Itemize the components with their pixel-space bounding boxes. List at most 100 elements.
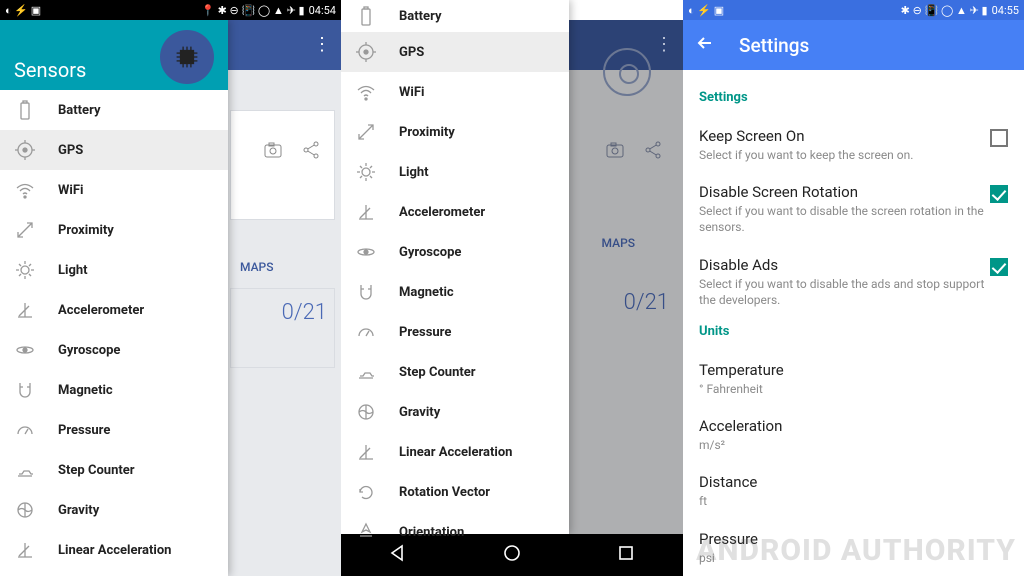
gravity-icon <box>355 402 377 422</box>
drawer-item-accel[interactable]: Accelerometer <box>0 290 228 330</box>
drawer-item-label: Gyroscope <box>58 343 228 358</box>
pref-subtitle: Select if you want to disable the ads an… <box>699 276 990 308</box>
overflow-icon[interactable]: ⋮ <box>313 34 331 55</box>
pref-disable-ads[interactable]: Disable Ads Select if you want to disabl… <box>699 246 1008 318</box>
drawer-item-label: Pressure <box>399 325 569 340</box>
drawer-item-step[interactable]: Step Counter <box>341 352 569 392</box>
drawer-item-label: Step Counter <box>58 463 228 478</box>
drawer-item-magnet[interactable]: Magnetic <box>341 272 569 312</box>
drawer-item-label: Gyroscope <box>399 245 569 260</box>
battery-icon <box>14 100 36 120</box>
drawer-item-light[interactable]: Light <box>341 152 569 192</box>
drawer-item-label: Proximity <box>399 125 569 140</box>
gps-icon <box>14 140 36 160</box>
drawer-item-light[interactable]: Light <box>0 250 228 290</box>
drawer-item-step[interactable]: Step Counter <box>0 450 228 490</box>
drawer-item-pressure[interactable]: Pressure <box>0 410 228 450</box>
drawer-item-gps[interactable]: GPS <box>341 32 569 72</box>
gravity-icon <box>14 500 36 520</box>
pref-title: Acceleration <box>699 417 1008 435</box>
overflow-icon[interactable]: ⋮ <box>655 34 673 55</box>
drawer-item-label: Rotation Vector <box>399 485 569 500</box>
status-bar: ◐ ⚡ ▣ ✱ ⊖ 📳 ◯ ▲ ✈ ▮ 04:55 <box>683 0 1024 20</box>
pref-value: ft <box>699 493 1008 509</box>
drawer-item-label: Linear Acceleration <box>58 543 228 558</box>
drawer-item-orient[interactable]: Orientation <box>341 512 569 552</box>
drawer-item-label: GPS <box>399 45 569 60</box>
camera-icon[interactable] <box>263 140 283 164</box>
pref-temperature[interactable]: Temperature ° Fahrenheit <box>699 351 1008 407</box>
pref-title: Disable Screen Rotation <box>699 183 990 201</box>
drawer-item-proximity[interactable]: Proximity <box>341 112 569 152</box>
drawer-item-linaccel[interactable]: Linear Acceleration <box>0 530 228 570</box>
checkbox[interactable] <box>990 258 1008 276</box>
wifi-icon <box>355 82 377 102</box>
drawer-item-label: WiFi <box>399 85 569 100</box>
pref-keep-screen-on[interactable]: Keep Screen On Select if you want to kee… <box>699 117 1008 173</box>
drawer-item-linaccel[interactable]: Linear Acceleration <box>341 432 569 472</box>
proximity-icon <box>14 220 36 240</box>
drawer-item-label: Magnetic <box>58 383 228 398</box>
drawer-item-pressure[interactable]: Pressure <box>341 312 569 352</box>
pref-title: Keep Screen On <box>699 127 990 145</box>
drawer-item-gravity[interactable]: Gravity <box>341 392 569 432</box>
screenshot-2: MAPS 0/21 ⋮ BatteryGPSWiFiProximityLight… <box>341 0 683 576</box>
pref-subtitle: Select if you want to keep the screen on… <box>699 147 990 163</box>
light-icon <box>14 260 36 280</box>
satellite-counter: 0/21 <box>282 300 327 325</box>
drawer-item-gravity[interactable]: Gravity <box>0 490 228 530</box>
section-header-settings: Settings <box>699 90 1008 105</box>
drawer-item-gps[interactable]: GPS <box>0 130 228 170</box>
status-time: 04:55 <box>992 4 1019 17</box>
drawer-item-gyro[interactable]: Gyroscope <box>0 330 228 370</box>
drawer-item-label: Battery <box>399 9 569 24</box>
pressure-icon <box>355 322 377 342</box>
pref-disable-rotation[interactable]: Disable Screen Rotation Select if you wa… <box>699 173 1008 245</box>
drawer-item-label: Magnetic <box>399 285 569 300</box>
proximity-icon <box>355 122 377 142</box>
pref-value: ° Fahrenheit <box>699 381 1008 397</box>
drawer-item-label: Proximity <box>58 223 228 238</box>
drawer-item-label: Battery <box>58 103 228 118</box>
gyro-icon <box>14 340 36 360</box>
drawer-item-wifi[interactable]: WiFi <box>0 170 228 210</box>
watermark: ANDROID AUTHORITY <box>696 533 1016 568</box>
battery-icon <box>355 6 377 26</box>
drawer-item-rotvec[interactable]: Rotation Vector <box>341 472 569 512</box>
nav-drawer: Battery GPS WiFi Proximity LightAcceleromete… <box>341 0 569 534</box>
share-icon[interactable] <box>301 140 321 164</box>
drawer-item-accel[interactable]: Accelerometer <box>341 192 569 232</box>
drawer-item-label: Gravity <box>58 503 228 518</box>
wifi-icon <box>14 180 36 200</box>
drawer-item-label: Orientation <box>399 525 569 540</box>
drawer-item-label: Pressure <box>58 423 228 438</box>
nav-recent-icon[interactable] <box>616 543 636 567</box>
drawer-item-magnet[interactable]: Magnetic <box>0 370 228 410</box>
step-icon <box>355 362 377 382</box>
maps-tab[interactable]: MAPS <box>240 260 273 274</box>
section-header-units: Units <box>699 324 1008 339</box>
pressure-icon <box>14 420 36 440</box>
status-time: 04:54 <box>309 4 336 17</box>
checkbox[interactable] <box>990 129 1008 147</box>
drawer-item-battery[interactable]: Battery <box>0 90 228 130</box>
linaccel-icon <box>14 540 36 560</box>
pref-title: Distance <box>699 473 1008 491</box>
drawer-item-wifi[interactable]: WiFi <box>341 72 569 112</box>
drawer-item-label: WiFi <box>58 183 228 198</box>
pref-acceleration[interactable]: Acceleration m/s² <box>699 407 1008 463</box>
back-arrow-icon[interactable] <box>695 33 715 57</box>
chip-icon <box>160 30 214 84</box>
light-icon <box>355 162 377 182</box>
pref-distance[interactable]: Distance ft <box>699 463 1008 519</box>
drawer-item-gyro[interactable]: Gyroscope <box>341 232 569 272</box>
drawer-item-label: Linear Acceleration <box>399 445 569 460</box>
drawer-item-battery[interactable]: Battery <box>341 0 569 32</box>
drawer-item-proximity[interactable]: Proximity <box>0 210 228 250</box>
checkbox[interactable] <box>990 185 1008 203</box>
page-title: Settings <box>739 34 809 57</box>
drawer-item-label: Accelerometer <box>58 303 228 318</box>
gps-icon <box>355 42 377 62</box>
pref-subtitle: Select if you want to disable the screen… <box>699 203 990 235</box>
pref-title: Temperature <box>699 361 1008 379</box>
